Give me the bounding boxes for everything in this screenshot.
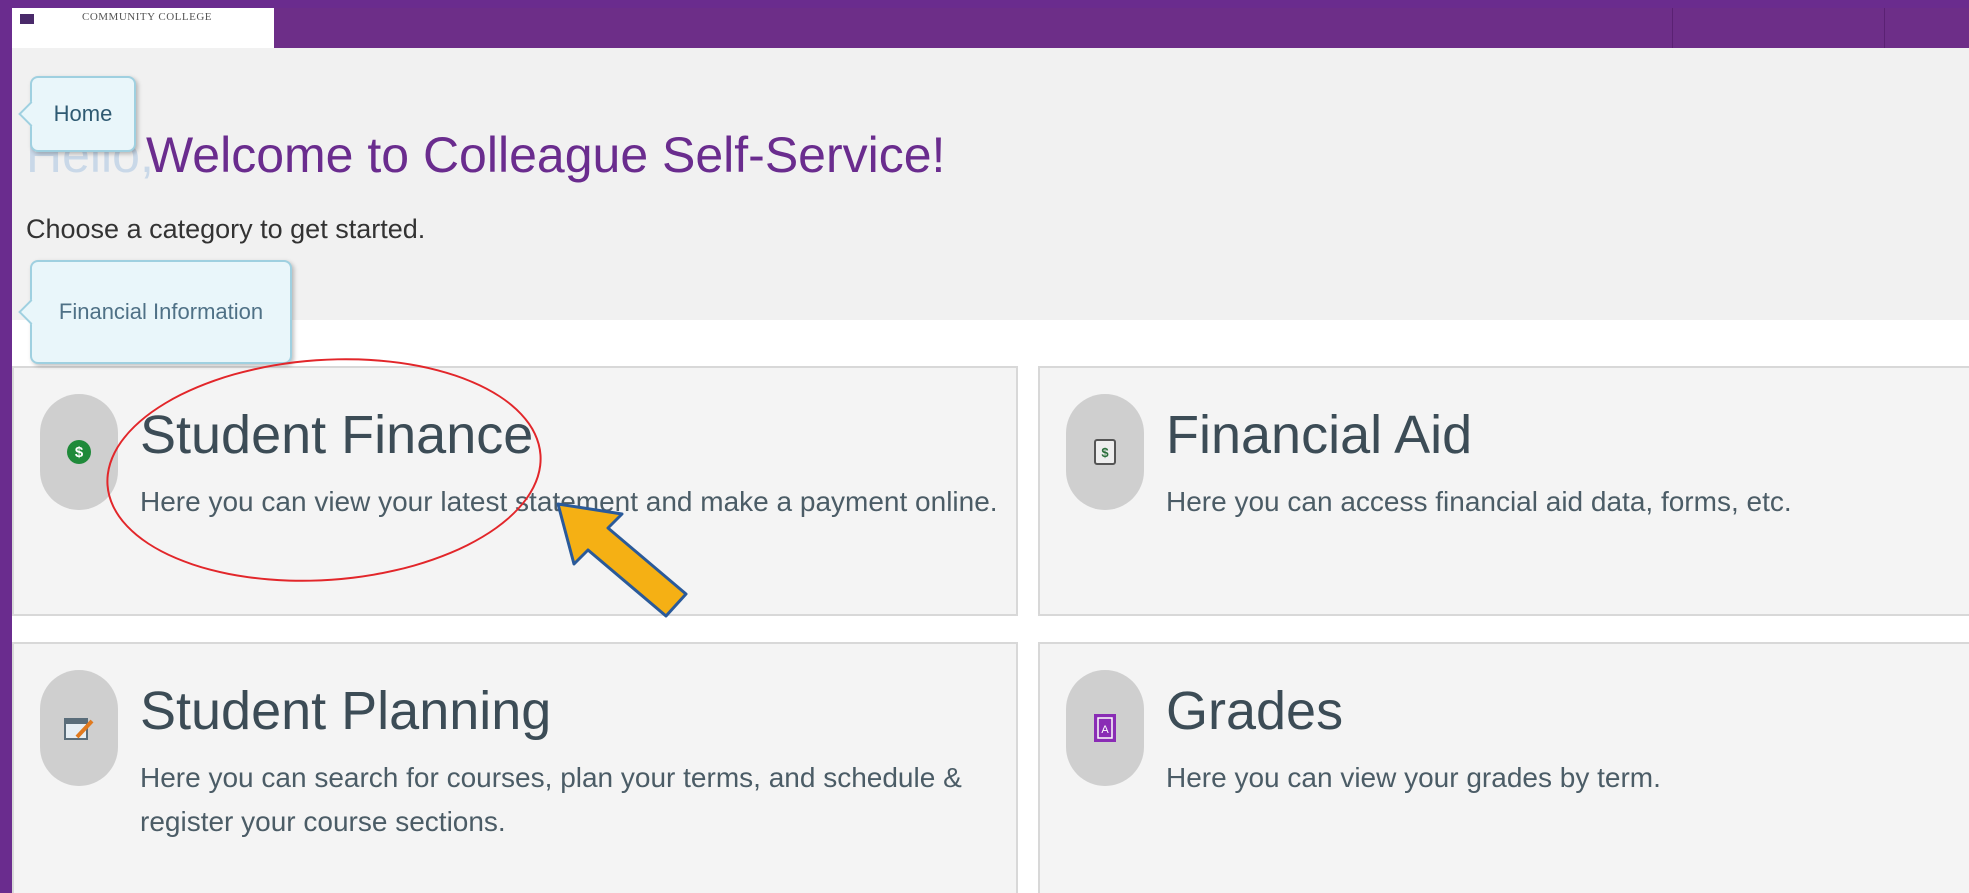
student-finance-icon-circle: $ bbox=[40, 394, 118, 510]
page-title: Welcome to Colleague Self-Service! bbox=[146, 127, 946, 183]
grades-card[interactable]: A Grades Here you can view your grades b… bbox=[1038, 642, 1969, 893]
svg-text:$: $ bbox=[1101, 445, 1109, 460]
home-tooltip[interactable]: Home bbox=[30, 76, 136, 152]
financial-aid-icon-circle: $ bbox=[1066, 394, 1144, 510]
card-title[interactable]: Grades bbox=[1166, 680, 1343, 742]
financial-information-tooltip-label: Financial Information bbox=[58, 299, 264, 324]
calendar-icon bbox=[64, 715, 94, 741]
grades-icon-circle: A bbox=[1066, 670, 1144, 786]
financial-aid-card[interactable]: $ Financial Aid Here you can access fina… bbox=[1038, 366, 1969, 616]
card-description: Here you can view your grades by term. bbox=[1166, 762, 1661, 793]
svg-text:$: $ bbox=[75, 444, 84, 461]
card-title[interactable]: Student Planning bbox=[140, 680, 551, 742]
page-subtitle: Choose a category to get started. bbox=[26, 214, 426, 244]
card-description: Here you can access financial aid data, … bbox=[1166, 486, 1792, 517]
logo-mark-icon bbox=[20, 14, 34, 24]
svg-text:A: A bbox=[1101, 724, 1109, 736]
grades-icon: A bbox=[1094, 714, 1116, 742]
student-planning-icon-circle bbox=[40, 670, 118, 786]
card-description: Here you can search for courses, plan yo… bbox=[140, 762, 962, 837]
financial-aid-icon: $ bbox=[1094, 439, 1116, 465]
student-planning-card[interactable]: Student Planning Here you can search for… bbox=[12, 642, 1018, 893]
card-title[interactable]: Financial Aid bbox=[1166, 404, 1472, 466]
financial-information-tooltip[interactable]: Financial Information bbox=[30, 260, 292, 364]
top-bar: COMMUNITY COLLEGE bbox=[12, 8, 1969, 48]
topbar-divider bbox=[1884, 8, 1885, 48]
logo-text: COMMUNITY COLLEGE bbox=[82, 11, 212, 23]
college-logo[interactable]: COMMUNITY COLLEGE bbox=[12, 8, 274, 48]
home-tooltip-label: Home bbox=[53, 101, 113, 126]
dollar-icon: $ bbox=[66, 439, 92, 465]
topbar-divider bbox=[1672, 8, 1673, 48]
pointer-arrow-annotation bbox=[552, 498, 692, 627]
page: COMMUNITY COLLEGE Hello, Welcome to Coll… bbox=[12, 8, 1969, 893]
